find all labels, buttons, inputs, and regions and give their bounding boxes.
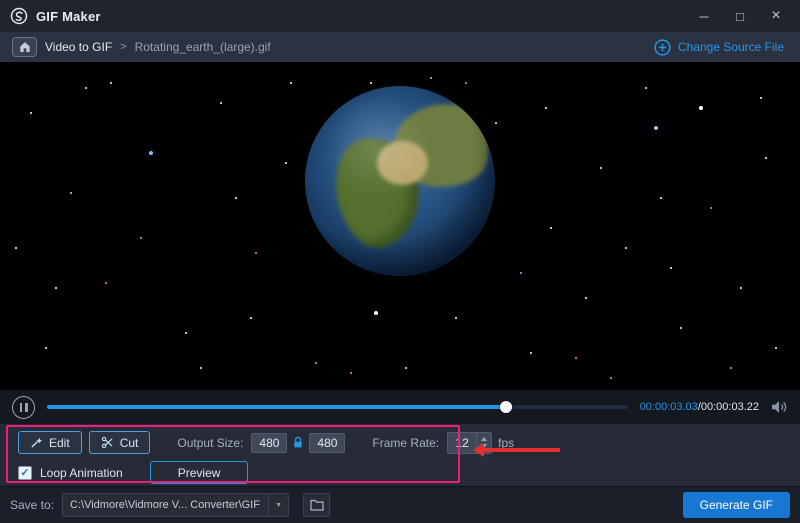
home-button[interactable] <box>12 37 37 57</box>
time-total: 00:00:03.22 <box>701 401 759 413</box>
path-dropdown-button[interactable]: ▼ <box>268 494 288 516</box>
frame-rate-input[interactable] <box>448 433 476 453</box>
plus-circle-icon <box>654 39 671 56</box>
scissors-icon <box>101 436 114 449</box>
app-title: GIF Maker <box>36 9 101 24</box>
preview-button[interactable]: Preview <box>150 461 249 484</box>
edit-label: Edit <box>49 436 70 450</box>
minimize-button[interactable]: ─ <box>690 3 718 29</box>
slider-fill <box>47 405 506 409</box>
frame-rate-steppers <box>476 433 491 453</box>
output-size-label: Output Size: <box>177 436 243 450</box>
time-display: 00:00:03.03/00:00:03.22 <box>640 401 759 413</box>
player-bar: 00:00:03.03/00:00:03.22 <box>0 390 800 424</box>
generate-gif-button[interactable]: Generate GIF <box>683 492 790 518</box>
magic-wand-icon <box>30 436 43 449</box>
loop-animation-checkbox[interactable]: ✓ <box>18 466 32 480</box>
toolbar-panel: Edit Cut Output Size: <box>0 424 800 486</box>
seek-slider[interactable] <box>47 400 628 414</box>
edit-button[interactable]: Edit <box>18 431 82 454</box>
footer-bar: Save to: ▼ Generate GIF <box>0 486 800 523</box>
pause-icon <box>20 403 23 412</box>
earth-globe <box>305 86 495 276</box>
output-width-input[interactable] <box>251 433 287 453</box>
browse-folder-button[interactable] <box>303 493 330 517</box>
output-height-input[interactable] <box>309 433 345 453</box>
breadcrumb-step[interactable]: Video to GIF <box>45 40 112 54</box>
pause-button[interactable] <box>12 396 35 419</box>
frame-rate-label: Frame Rate: <box>372 436 439 450</box>
home-icon <box>19 41 31 53</box>
toolbar-row-1: Edit Cut Output Size: <box>18 430 800 455</box>
time-current: 00:00:03.03 <box>640 401 698 413</box>
breadcrumb-bar: Video to GIF > Rotating_earth_(large).gi… <box>0 32 800 62</box>
cut-label: Cut <box>120 436 139 450</box>
frame-rate-spinner <box>447 432 492 454</box>
earth-shading <box>305 86 495 276</box>
cut-button[interactable]: Cut <box>89 431 151 454</box>
breadcrumb-separator: > <box>120 41 126 53</box>
fps-label: fps <box>498 436 514 450</box>
speaker-icon <box>771 400 788 414</box>
loop-animation-label: Loop Animation <box>40 466 123 480</box>
slider-thumb[interactable] <box>500 401 512 413</box>
change-source-button[interactable]: Change Source File <box>654 39 788 56</box>
save-path-combo: ▼ <box>62 493 289 517</box>
volume-button[interactable] <box>771 400 788 414</box>
app-logo-icon <box>10 7 28 25</box>
change-source-label: Change Source File <box>678 40 784 54</box>
save-path-input[interactable] <box>63 494 268 516</box>
lock-aspect-icon[interactable] <box>292 436 304 449</box>
folder-icon <box>310 499 324 511</box>
star-field <box>0 62 2 64</box>
gif-maker-window: GIF Maker ─ □ × Video to GIF > Rotating_… <box>0 0 800 523</box>
save-to-label: Save to: <box>10 498 54 512</box>
maximize-button[interactable]: □ <box>726 3 754 29</box>
breadcrumb-filename: Rotating_earth_(large).gif <box>135 40 271 54</box>
preview-area <box>0 62 800 390</box>
close-button[interactable]: × <box>762 3 790 29</box>
titlebar: GIF Maker ─ □ × <box>0 0 800 32</box>
stepper-down-button[interactable] <box>481 444 487 448</box>
toolbar-row-2: ✓ Loop Animation Preview <box>18 460 800 485</box>
stepper-up-button[interactable] <box>481 437 487 441</box>
